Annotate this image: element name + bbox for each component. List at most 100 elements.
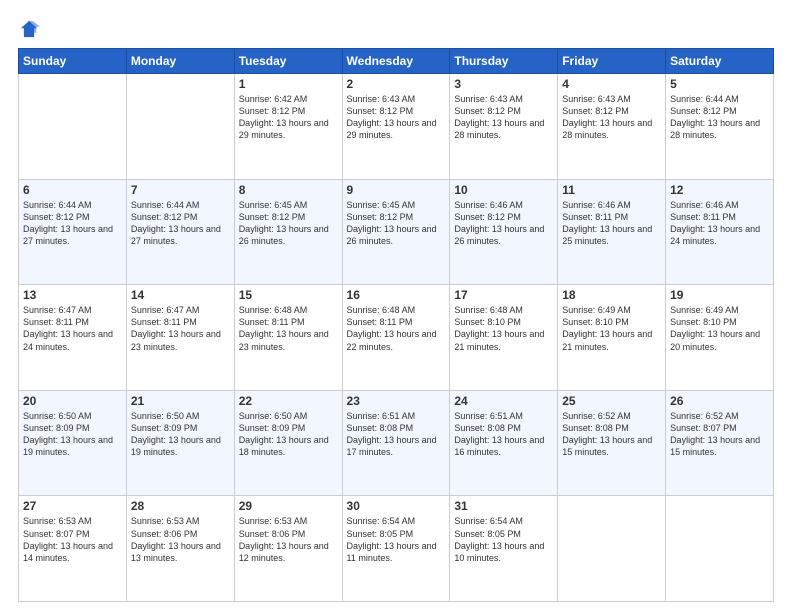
day-number: 17 [454, 288, 553, 302]
header [18, 18, 774, 40]
day-number: 4 [562, 77, 661, 91]
day-number: 22 [239, 394, 338, 408]
calendar-cell [558, 496, 666, 602]
calendar-week-row: 20Sunrise: 6:50 AM Sunset: 8:09 PM Dayli… [19, 390, 774, 496]
day-number: 29 [239, 499, 338, 513]
calendar-cell: 12 Sunrise: 6:46 AM Sunset: 8:11 PM Dayli… [666, 179, 774, 285]
day-number: 1 [239, 77, 338, 91]
calendar-cell: 16 Sunrise: 6:48 AM Sunset: 8:11 PM Dayli… [342, 285, 450, 391]
calendar-cell: 27 Sunrise: 6:53 AM Sunset: 8:07 PM Dayli… [19, 496, 127, 602]
day-info: Sunrise: 6:44 AM Sunset: 8:12 PM Dayligh… [131, 199, 230, 248]
day-info: Sunrise: 6:45 AM Sunset: 8:12 PM Dayligh… [239, 199, 338, 248]
calendar-cell: 29 Sunrise: 6:53 AM Sunset: 8:06 PM Dayli… [234, 496, 342, 602]
day-number: 10 [454, 183, 553, 197]
day-info: Sunrise: 6:48 AM Sunset: 8:10 PM Dayligh… [454, 304, 553, 353]
day-number: 21 [131, 394, 230, 408]
day-info: Sunrise: 6:53 AM Sunset: 8:06 PM Dayligh… [131, 515, 230, 564]
day-number: 31 [454, 499, 553, 513]
calendar-cell: 14Sunrise: 6:47 AM Sunset: 8:11 PM Dayli… [126, 285, 234, 391]
day-number: 23 [347, 394, 446, 408]
day-number: 12 [670, 183, 769, 197]
calendar-cell: 20Sunrise: 6:50 AM Sunset: 8:09 PM Dayli… [19, 390, 127, 496]
calendar-cell: 25 Sunrise: 6:52 AM Sunset: 8:08 PM Dayli… [558, 390, 666, 496]
calendar-cell: 8 Sunrise: 6:45 AM Sunset: 8:12 PM Daylig… [234, 179, 342, 285]
day-number: 28 [131, 499, 230, 513]
calendar-day-header: Thursday [450, 49, 558, 74]
calendar-cell: 4 Sunrise: 6:43 AM Sunset: 8:12 PM Daylig… [558, 74, 666, 180]
day-info: Sunrise: 6:53 AM Sunset: 8:07 PM Dayligh… [23, 515, 122, 564]
calendar-table: SundayMondayTuesdayWednesdayThursdayFrid… [18, 48, 774, 602]
calendar-week-row: 13 Sunrise: 6:47 AM Sunset: 8:11 PM Dayli… [19, 285, 774, 391]
calendar-week-row: 1 Sunrise: 6:42 AM Sunset: 8:12 PM Daylig… [19, 74, 774, 180]
day-number: 13 [23, 288, 122, 302]
day-number: 7 [131, 183, 230, 197]
calendar-header-row: SundayMondayTuesdayWednesdayThursdayFrid… [19, 49, 774, 74]
day-info: Sunrise: 6:49 AM Sunset: 8:10 PM Dayligh… [670, 304, 769, 353]
calendar-cell: 10 Sunrise: 6:46 AM Sunset: 8:12 PM Dayli… [450, 179, 558, 285]
day-info: Sunrise: 6:43 AM Sunset: 8:12 PM Dayligh… [347, 93, 446, 142]
calendar-day-header: Tuesday [234, 49, 342, 74]
calendar-cell: 21Sunrise: 6:50 AM Sunset: 8:09 PM Dayli… [126, 390, 234, 496]
calendar-cell: 23 Sunrise: 6:51 AM Sunset: 8:08 PM Dayli… [342, 390, 450, 496]
calendar-day-header: Friday [558, 49, 666, 74]
day-info: Sunrise: 6:43 AM Sunset: 8:12 PM Dayligh… [562, 93, 661, 142]
day-number: 24 [454, 394, 553, 408]
day-number: 5 [670, 77, 769, 91]
day-info: Sunrise: 6:46 AM Sunset: 8:11 PM Dayligh… [670, 199, 769, 248]
day-info: Sunrise: 6:48 AM Sunset: 8:11 PM Dayligh… [239, 304, 338, 353]
calendar-cell: 15 Sunrise: 6:48 AM Sunset: 8:11 PM Dayli… [234, 285, 342, 391]
calendar-cell [19, 74, 127, 180]
day-info: Sunrise: 6:51 AM Sunset: 8:08 PM Dayligh… [347, 410, 446, 459]
calendar-cell: 1 Sunrise: 6:42 AM Sunset: 8:12 PM Daylig… [234, 74, 342, 180]
calendar-cell: 5 Sunrise: 6:44 AM Sunset: 8:12 PM Daylig… [666, 74, 774, 180]
day-info: Sunrise: 6:48 AM Sunset: 8:11 PM Dayligh… [347, 304, 446, 353]
calendar-cell: 6Sunrise: 6:44 AM Sunset: 8:12 PM Daylig… [19, 179, 127, 285]
day-number: 20 [23, 394, 122, 408]
day-info: Sunrise: 6:45 AM Sunset: 8:12 PM Dayligh… [347, 199, 446, 248]
day-info: Sunrise: 6:43 AM Sunset: 8:12 PM Dayligh… [454, 93, 553, 142]
day-info: Sunrise: 6:44 AM Sunset: 8:12 PM Dayligh… [23, 199, 122, 248]
day-number: 3 [454, 77, 553, 91]
day-number: 2 [347, 77, 446, 91]
day-info: Sunrise: 6:42 AM Sunset: 8:12 PM Dayligh… [239, 93, 338, 142]
day-info: Sunrise: 6:49 AM Sunset: 8:10 PM Dayligh… [562, 304, 661, 353]
day-number: 25 [562, 394, 661, 408]
calendar-cell: 22Sunrise: 6:50 AM Sunset: 8:09 PM Dayli… [234, 390, 342, 496]
calendar-cell: 31 Sunrise: 6:54 AM Sunset: 8:05 PM Dayli… [450, 496, 558, 602]
calendar-week-row: 27 Sunrise: 6:53 AM Sunset: 8:07 PM Dayli… [19, 496, 774, 602]
day-number: 9 [347, 183, 446, 197]
day-number: 27 [23, 499, 122, 513]
calendar-cell: 11Sunrise: 6:46 AM Sunset: 8:11 PM Dayli… [558, 179, 666, 285]
day-info: Sunrise: 6:51 AM Sunset: 8:08 PM Dayligh… [454, 410, 553, 459]
logo [18, 18, 44, 40]
day-number: 8 [239, 183, 338, 197]
calendar-cell [666, 496, 774, 602]
calendar-cell [126, 74, 234, 180]
day-number: 18 [562, 288, 661, 302]
day-info: Sunrise: 6:46 AM Sunset: 8:11 PM Dayligh… [562, 199, 661, 248]
calendar-cell: 19Sunrise: 6:49 AM Sunset: 8:10 PM Dayli… [666, 285, 774, 391]
calendar-cell: 28 Sunrise: 6:53 AM Sunset: 8:06 PM Dayli… [126, 496, 234, 602]
day-info: Sunrise: 6:52 AM Sunset: 8:07 PM Dayligh… [670, 410, 769, 459]
day-number: 15 [239, 288, 338, 302]
day-info: Sunrise: 6:52 AM Sunset: 8:08 PM Dayligh… [562, 410, 661, 459]
day-info: Sunrise: 6:46 AM Sunset: 8:12 PM Dayligh… [454, 199, 553, 248]
logo-icon [18, 18, 40, 40]
calendar-cell: 24 Sunrise: 6:51 AM Sunset: 8:08 PM Dayli… [450, 390, 558, 496]
calendar-cell: 3 Sunrise: 6:43 AM Sunset: 8:12 PM Daylig… [450, 74, 558, 180]
calendar-cell: 9 Sunrise: 6:45 AM Sunset: 8:12 PM Daylig… [342, 179, 450, 285]
day-info: Sunrise: 6:47 AM Sunset: 8:11 PM Dayligh… [131, 304, 230, 353]
calendar-cell: 18 Sunrise: 6:49 AM Sunset: 8:10 PM Dayli… [558, 285, 666, 391]
calendar-cell: 17 Sunrise: 6:48 AM Sunset: 8:10 PM Dayli… [450, 285, 558, 391]
day-info: Sunrise: 6:53 AM Sunset: 8:06 PM Dayligh… [239, 515, 338, 564]
day-number: 16 [347, 288, 446, 302]
calendar-cell: 30Sunrise: 6:54 AM Sunset: 8:05 PM Dayli… [342, 496, 450, 602]
page: SundayMondayTuesdayWednesdayThursdayFrid… [0, 0, 792, 612]
day-number: 26 [670, 394, 769, 408]
day-info: Sunrise: 6:54 AM Sunset: 8:05 PM Dayligh… [454, 515, 553, 564]
calendar-day-header: Wednesday [342, 49, 450, 74]
day-info: Sunrise: 6:44 AM Sunset: 8:12 PM Dayligh… [670, 93, 769, 142]
calendar-week-row: 6Sunrise: 6:44 AM Sunset: 8:12 PM Daylig… [19, 179, 774, 285]
calendar-cell: 7 Sunrise: 6:44 AM Sunset: 8:12 PM Daylig… [126, 179, 234, 285]
calendar-cell: 2 Sunrise: 6:43 AM Sunset: 8:12 PM Daylig… [342, 74, 450, 180]
